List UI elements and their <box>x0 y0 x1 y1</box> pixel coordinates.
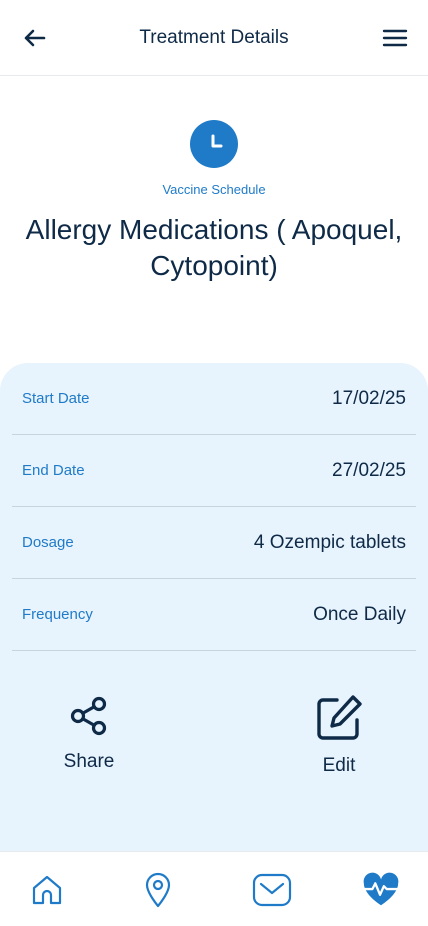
menu-button[interactable] <box>380 24 410 52</box>
treatment-hero: Vaccine Schedule Allergy Medications ( A… <box>0 76 428 366</box>
clock-icon <box>190 120 238 168</box>
hamburger-menu-icon <box>382 29 408 47</box>
detail-value: 4 Ozempic tablets <box>253 531 406 553</box>
nav-item-messages[interactable] <box>252 870 292 910</box>
edit-button[interactable]: Edit <box>279 693 399 793</box>
detail-row-dosage: Dosage 4 Ozempic tablets <box>12 507 416 579</box>
heart-pulse-icon <box>361 872 401 906</box>
header: Treatment Details <box>0 0 428 76</box>
detail-value: 27/02/25 <box>332 459 406 481</box>
map-pin-icon <box>145 872 171 908</box>
detail-value: 17/02/25 <box>332 387 406 409</box>
edit-icon <box>317 695 362 740</box>
edit-label: Edit <box>322 755 356 776</box>
detail-label: End Date <box>22 462 85 479</box>
detail-row-end-date: End Date 27/02/25 <box>12 435 416 507</box>
treatment-category: Vaccine Schedule <box>162 182 266 197</box>
bottom-nav <box>0 851 428 926</box>
page-title: Treatment Details <box>139 27 289 48</box>
detail-row-start-date: Start Date 17/02/25 <box>12 363 416 435</box>
home-icon <box>32 875 62 905</box>
detail-row-frequency: Frequency Once Daily <box>12 579 416 651</box>
share-label: Share <box>63 751 115 772</box>
nav-item-health[interactable] <box>361 870 401 910</box>
share-button[interactable]: Share <box>29 693 149 793</box>
nav-item-home[interactable] <box>27 870 67 910</box>
detail-label: Start Date <box>22 390 90 407</box>
details-card: Start Date 17/02/25 End Date 27/02/25 Do… <box>0 363 428 851</box>
treatment-title: Allergy Medications ( Apoquel, Cytopoint… <box>25 214 403 281</box>
detail-label: Frequency <box>22 606 93 623</box>
detail-value: Once Daily <box>313 603 406 625</box>
nav-item-location[interactable] <box>138 870 178 910</box>
mail-icon <box>252 873 292 907</box>
detail-label: Dosage <box>22 534 74 551</box>
share-icon <box>70 696 107 736</box>
